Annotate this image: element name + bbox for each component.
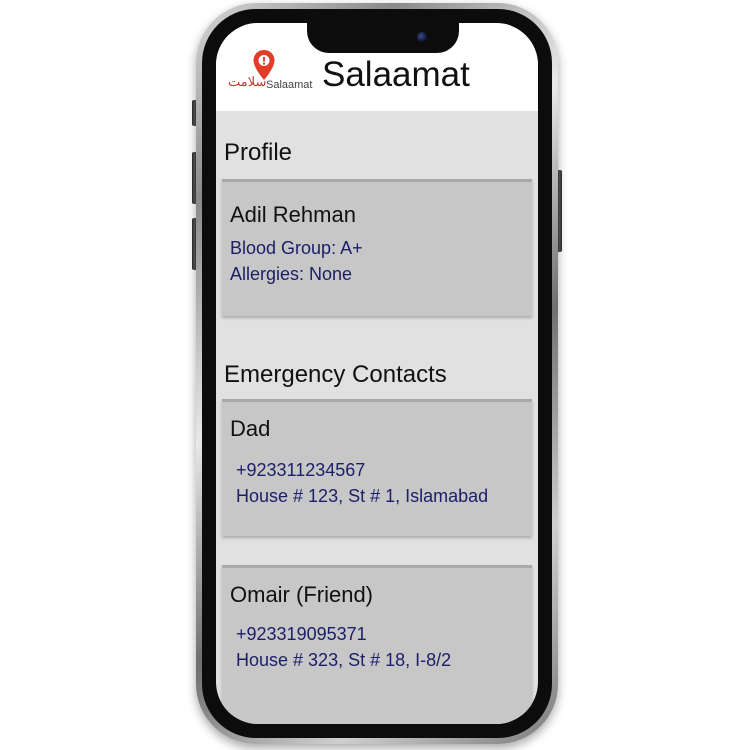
logo-text: Salaamat [266, 79, 313, 91]
main-content: Profile Adil Rehman Blood Group: A+ Alle… [216, 111, 538, 724]
contact-name: Omair (Friend) [230, 582, 374, 607]
contact-card[interactable]: Dad +923311234567 House # 123, St # 1, I… [222, 399, 532, 536]
notch [307, 23, 459, 53]
contact-phone[interactable]: +923311234567 [236, 460, 365, 481]
contact-card[interactable]: Omair (Friend) +923319095371 House # 323… [222, 565, 532, 724]
profile-blood-group: Blood Group: A+ [230, 238, 363, 258]
phone-screen: سلامت Salaamat Salaamat Profile Adil Reh… [216, 23, 538, 724]
contact-address: House # 323, St # 18, I-8/2 [236, 650, 452, 670]
profile-allergies: Allergies: None [230, 264, 353, 284]
contact-name: Dad [230, 416, 271, 441]
contact-phone[interactable]: +923319095371 [236, 624, 367, 645]
phone-bezel: سلامت Salaamat Salaamat Profile Adil Reh… [202, 9, 552, 738]
profile-name: Adil Rehman [230, 202, 356, 227]
profile-card[interactable]: Adil Rehman Blood Group: A+ Allergies: N… [222, 179, 532, 316]
device-stage: سلامت Salaamat Salaamat Profile Adil Reh… [0, 0, 750, 750]
phone-frame: سلامت Salaamat Salaamat Profile Adil Reh… [196, 3, 558, 744]
logo-urdu-text: سلامت [228, 75, 267, 90]
front-camera-icon [417, 32, 427, 42]
app-title: Salaamat [322, 55, 470, 94]
emergency-section-title: Emergency Contacts [224, 361, 447, 388]
app-logo[interactable]: سلامت Salaamat [226, 49, 313, 95]
profile-section-title: Profile [224, 139, 293, 166]
contact-address: House # 123, St # 1, Islamabad [236, 486, 489, 506]
